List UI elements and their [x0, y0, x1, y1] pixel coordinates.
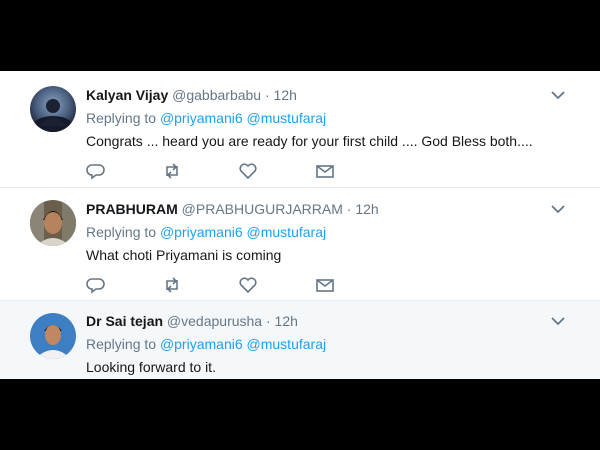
- replying-label: Replying to: [86, 336, 157, 352]
- mention-link[interactable]: @mustufaraj: [247, 110, 327, 126]
- replying-label: Replying to: [86, 224, 157, 240]
- separator-dot: ·: [265, 313, 271, 329]
- tweet-text: Looking forward to it.: [86, 359, 216, 375]
- tweet-header: Kalyan Vijay @gabbarbabu · 12h: [86, 87, 297, 103]
- avatar[interactable]: [30, 313, 76, 359]
- replying-to: Replying to @priyamani6 @mustufaraj: [86, 224, 326, 240]
- avatar[interactable]: [30, 200, 76, 246]
- timestamp[interactable]: 12h: [355, 201, 378, 217]
- reply-icon[interactable]: [86, 161, 106, 181]
- tweet-replies-panel: Kalyan Vijay @gabbarbabu · 12h Replying …: [0, 71, 600, 379]
- tweet-text: What choti Priyamani is coming: [86, 247, 282, 263]
- chevron-down-icon[interactable]: [550, 89, 566, 101]
- envelope-icon[interactable]: [315, 161, 335, 181]
- mention-link[interactable]: @priyamani6: [160, 224, 243, 240]
- tweet-header: PRABHURAM @PRABHUGURJARRAM · 12h: [86, 201, 379, 217]
- chevron-down-icon[interactable]: [550, 315, 566, 327]
- author-handle[interactable]: @vedapurusha: [167, 313, 262, 329]
- tweet-text: Congrats ... heard you are ready for you…: [86, 133, 533, 149]
- tweet-actions: [86, 275, 366, 295]
- mention-link[interactable]: @mustufaraj: [247, 336, 327, 352]
- timestamp[interactable]: 12h: [275, 313, 298, 329]
- tweet-actions: [86, 161, 366, 181]
- separator-dot: ·: [264, 87, 270, 103]
- retweet-icon[interactable]: [162, 161, 182, 181]
- tweet-3[interactable]: Dr Sai tejan @vedapurusha · 12h Replying…: [0, 301, 600, 379]
- replying-to: Replying to @priyamani6 @mustufaraj: [86, 110, 326, 126]
- author-handle[interactable]: @gabbarbabu: [172, 87, 261, 103]
- chevron-down-icon[interactable]: [550, 203, 566, 215]
- tweet-1[interactable]: Kalyan Vijay @gabbarbabu · 12h Replying …: [0, 71, 600, 187]
- retweet-icon[interactable]: [162, 275, 182, 295]
- replying-label: Replying to: [86, 110, 157, 126]
- tweet-header: Dr Sai tejan @vedapurusha · 12h: [86, 313, 298, 329]
- reply-icon[interactable]: [86, 275, 106, 295]
- replying-to: Replying to @priyamani6 @mustufaraj: [86, 336, 326, 352]
- avatar[interactable]: [30, 86, 76, 132]
- mention-link[interactable]: @priyamani6: [160, 110, 243, 126]
- heart-icon[interactable]: [238, 275, 258, 295]
- envelope-icon[interactable]: [315, 275, 335, 295]
- heart-icon[interactable]: [238, 161, 258, 181]
- author-name[interactable]: Dr Sai tejan: [86, 313, 163, 329]
- author-name[interactable]: PRABHURAM: [86, 201, 178, 217]
- separator-dot: ·: [346, 201, 352, 217]
- timestamp[interactable]: 12h: [274, 87, 297, 103]
- author-name[interactable]: Kalyan Vijay: [86, 87, 168, 103]
- author-handle[interactable]: @PRABHUGURJARRAM: [182, 201, 343, 217]
- mention-link[interactable]: @mustufaraj: [247, 224, 327, 240]
- tweet-2[interactable]: PRABHURAM @PRABHUGURJARRAM · 12h Replyin…: [0, 188, 600, 300]
- mention-link[interactable]: @priyamani6: [160, 336, 243, 352]
